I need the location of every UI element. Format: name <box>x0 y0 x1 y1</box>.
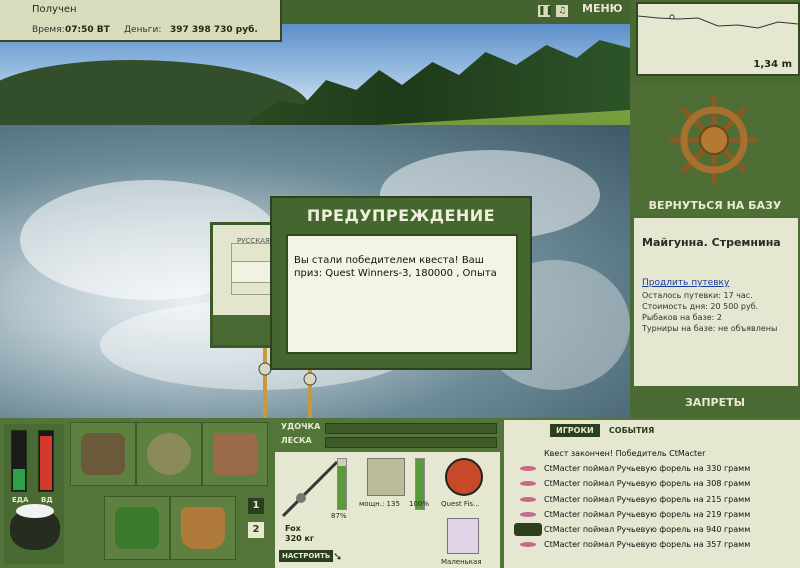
lure-name: Маленькая <box>441 558 482 566</box>
extend-permit-link[interactable]: Продлить путевку <box>642 278 729 288</box>
line-row: ЛЕСКА <box>275 436 500 448</box>
line-label: ЛЕСКА <box>281 436 312 445</box>
received-text: Получен <box>32 4 77 15</box>
event-text: CtMacter поймал Ручьевую форель на 219 г… <box>544 509 751 519</box>
reel-power: мощн.: 135 <box>359 500 400 508</box>
bans-button[interactable]: ЗАПРЕТЫ <box>630 392 800 414</box>
rod-name: Fox <box>285 524 301 533</box>
line-tension-bar <box>325 437 497 448</box>
menu-button[interactable]: МЕНЮ <box>582 2 623 15</box>
food-label: ЕДА <box>12 496 29 504</box>
inventory-page-2[interactable]: 2 <box>248 522 264 538</box>
rod-percent: 87% <box>331 512 347 520</box>
food-pot-icon[interactable] <box>10 504 60 550</box>
money-label: Деньги: <box>124 25 162 35</box>
rod-condition-fill <box>338 466 346 509</box>
vegetable-basket-icon <box>115 507 159 549</box>
event-text: CtMacter поймал Ручьевую форель на 357 г… <box>544 540 751 550</box>
rod-line-bars: УДОЧКА ЛЕСКА <box>275 420 500 450</box>
anglers-count: Рыбаков на базе: 2 <box>642 313 722 322</box>
list-item[interactable]: Квест закончен! Победитель CtMacter <box>508 446 798 461</box>
dialog-message: Вы стали победителем квеста! Ваш приз: Q… <box>294 255 497 279</box>
lure-icon[interactable] <box>447 518 479 554</box>
trout-icon <box>520 466 536 472</box>
event-text: CtMacter поймал Ручьевую форель на 215 г… <box>544 494 751 504</box>
tab-events[interactable]: СОБЫТИЯ <box>603 424 660 437</box>
list-item[interactable]: CtMacter поймал Ручьевую форель на 308 г… <box>508 476 798 491</box>
events-panel: ИГРОКИ СОБЫТИЯ Квест закончен! Победител… <box>504 420 800 568</box>
depth-readout: 1,34 m <box>753 59 792 70</box>
inventory-page-1[interactable]: 1 <box>248 498 264 514</box>
reel-icon[interactable] <box>367 458 405 496</box>
tackle-panel: Fox 320 кг 87% НАСТРОИТЬ ➘ мощн.: 135 10… <box>275 452 500 568</box>
rod-weight: 320 кг <box>285 534 315 543</box>
list-item[interactable]: CtMacter поймал Ручьевую форель на 219 г… <box>508 507 798 522</box>
warning-dialog[interactable]: ПРЕДУПРЕЖДЕНИЕ Вы стали победителем квес… <box>270 196 532 370</box>
time-label: Время: <box>32 25 65 35</box>
line-name: Quest Fis... <box>441 500 480 508</box>
tab-players[interactable]: ИГРОКИ <box>550 424 600 437</box>
pause-icon[interactable]: ❚❚ <box>538 5 553 17</box>
fishing-line-icon[interactable] <box>445 458 483 496</box>
tournaments-info: Турниры на базе: не объявлены <box>642 324 778 333</box>
depth-map[interactable]: 1,34 m <box>636 2 800 76</box>
dialog-body: Вы стали победителем квеста! Ваш приз: Q… <box>286 234 518 354</box>
events-tabs: ИГРОКИ СОБЫТИЯ <box>550 424 660 437</box>
thirst-gauge <box>38 430 54 492</box>
inventory-slot-backpack[interactable] <box>70 422 136 486</box>
bucket-icon <box>181 507 225 549</box>
list-item[interactable]: CtMacter поймал Ручьевую форель на 215 г… <box>508 492 798 507</box>
food-gauge <box>11 430 27 492</box>
events-list: Квест закончен! Победитель CtMacter CtMa… <box>508 446 798 552</box>
backpack-icon <box>81 433 125 475</box>
setup-button[interactable]: НАСТРОИТЬ <box>279 550 334 562</box>
trout-icon <box>520 481 536 487</box>
event-text: CtMacter поймал Ручьевую форель на 308 г… <box>544 479 751 489</box>
time-value: 07:50 ВТ <box>65 25 110 35</box>
dialog-title: ПРЕДУПРЕЖДЕНИЕ <box>306 206 496 225</box>
trout-icon <box>520 511 536 517</box>
arrow-icon[interactable]: ➘ <box>333 550 342 563</box>
event-text: Квест закончен! Победитель CtMacter <box>544 449 706 458</box>
inventory-slot-bag[interactable] <box>136 422 202 486</box>
trout-icon <box>520 496 536 502</box>
rod-row: УДОЧКА <box>275 422 500 434</box>
reel-percent: 100% <box>409 500 430 508</box>
permit-remaining: Осталось путевки: 17 час. <box>642 291 753 300</box>
background-dialog-label: РУССКАЯ <box>237 237 270 245</box>
event-text: CtMacter поймал Ручьевую форель на 940 г… <box>544 524 751 534</box>
list-item[interactable]: CtMacter поймал Ручьевую форель на 330 г… <box>508 461 798 476</box>
list-item[interactable]: CtMacter поймал Ручьевую форель на 357 г… <box>508 537 798 552</box>
base-name: Майгунна. Стремнина <box>642 236 781 249</box>
food-level-fill <box>13 469 25 490</box>
money-value: 397 398 730 руб. <box>170 25 258 35</box>
status-gauges: ЕДА ВД <box>4 424 64 564</box>
thirst-level-fill <box>40 436 52 490</box>
status-panel: Получен Время: 07:50 ВТ Деньги: 397 398 … <box>0 0 282 42</box>
base-info-panel: Майгунна. Стремнина Продлить путевку Ост… <box>634 218 798 386</box>
rod-label: УДОЧКА <box>281 422 321 431</box>
rod-tension-bar <box>325 423 497 434</box>
trout-icon <box>520 542 536 548</box>
speaker-icon[interactable]: ♫ <box>556 5 568 17</box>
trout-icon <box>514 522 542 536</box>
bag-icon <box>147 433 191 475</box>
ship-wheel-icon <box>669 95 759 185</box>
rod-condition-bar <box>337 458 347 510</box>
inventory-slot-bucket[interactable] <box>170 496 236 560</box>
day-cost: Стоимость дня: 20 500 руб. <box>642 302 759 311</box>
top-toolbar <box>282 0 630 24</box>
event-text: CtMacter поймал Ручьевую форель на 330 г… <box>544 464 751 474</box>
inventory-slot-basket[interactable] <box>104 496 170 560</box>
thirst-label: ВД <box>41 496 53 504</box>
return-to-base-button[interactable]: ВЕРНУТЬСЯ НА БАЗУ <box>630 196 800 216</box>
list-item[interactable]: CtMacter поймал Ручьевую форель на 940 г… <box>508 522 798 537</box>
landing-net-icon <box>213 433 257 475</box>
rod-icon[interactable] <box>279 458 341 520</box>
inventory-slot-net[interactable] <box>202 422 268 486</box>
